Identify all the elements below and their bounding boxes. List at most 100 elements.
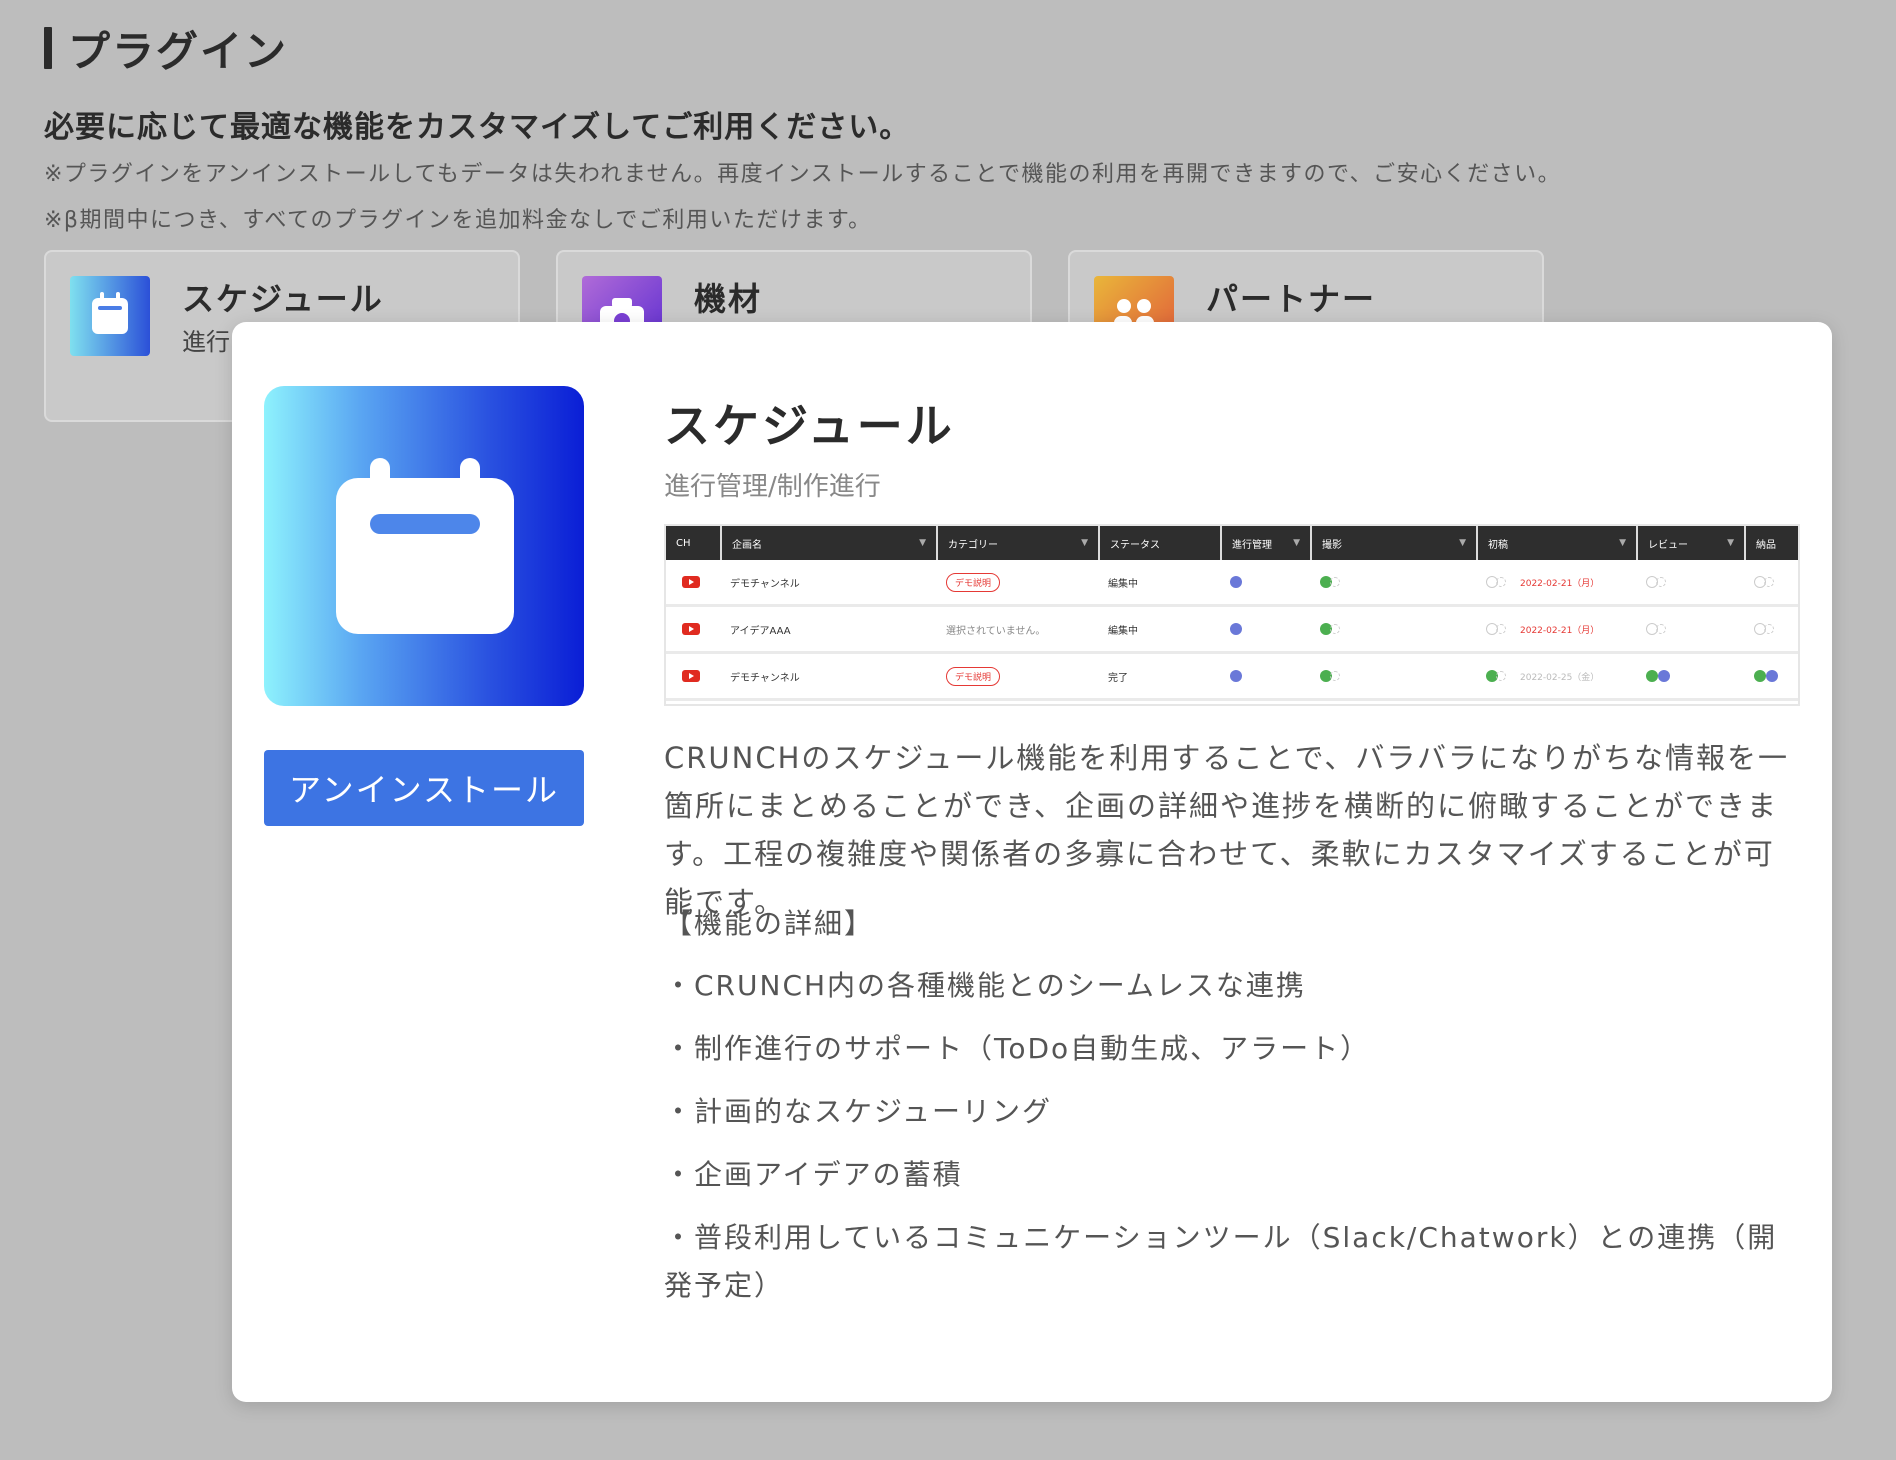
feature-item: ・制作進行のサポート（ToDo自動生成、アラート）: [664, 1032, 1371, 1065]
plugin-detail-modal: アンインストール スケジュール 進行管理/制作進行 CH 企画名 ▼ カテゴリー ▼…: [232, 322, 1832, 1402]
preview-header-label: 納品: [1756, 539, 1776, 551]
add-assignee-icon: [1496, 624, 1506, 634]
preview-cell-progress: [1220, 560, 1310, 604]
preview-header-label: 初稿: [1488, 539, 1508, 551]
due-date: 2022-02-21（月）: [1520, 625, 1600, 636]
check-icon: [1754, 670, 1766, 682]
preview-cell-status: 完了: [1108, 672, 1128, 684]
preview-cell-delivery: [1744, 654, 1798, 698]
add-assignee-icon: [1330, 577, 1340, 587]
preview-row: デモチャンネル デモ説明 完了 2022-02-25（金）: [666, 654, 1798, 701]
preview-header-cell: CH: [666, 526, 720, 560]
add-assignee-icon: [1496, 671, 1506, 681]
preview-cell-name: アイデアAAA: [730, 625, 791, 637]
preview-row: デモチャンネル デモ説明 編集中 2022-02-21（月）: [666, 560, 1798, 607]
uninstall-button[interactable]: アンインストール: [264, 750, 584, 826]
preview-row: アイデアAAA 選択されていません。 編集中 2022-02-21（月）: [666, 607, 1798, 654]
caret-down-icon: ▼: [1081, 538, 1088, 548]
preview-header-cell: 初稿 ▼: [1476, 526, 1636, 560]
preview-header-label: ステータス: [1110, 539, 1160, 551]
preview-cell-progress: [1220, 607, 1310, 651]
caret-down-icon: ▼: [1293, 538, 1300, 548]
preview-header-cell: レビュー ▼: [1636, 526, 1744, 560]
category-tag: デモ説明: [946, 666, 1001, 686]
preview-header-cell: カテゴリー ▼: [936, 526, 1098, 560]
plugin-card-sub: 進行: [182, 328, 230, 356]
caret-down-icon: ▼: [1727, 538, 1734, 548]
title-accent-bar: [44, 27, 52, 69]
preview-header-label: 企画名: [732, 539, 762, 551]
youtube-icon: [682, 623, 700, 635]
check-icon: [1646, 670, 1658, 682]
assignee-avatar-icon: [1230, 576, 1242, 588]
plugin-card-name: スケジュール: [182, 280, 384, 318]
due-date: 2022-02-21（月）: [1520, 578, 1600, 589]
assignee-avatar-icon: [1230, 623, 1242, 635]
preview-cell-shoot: [1310, 607, 1476, 651]
preview-cell-status: 編集中: [1108, 625, 1138, 637]
preview-cell-name: デモチャンネル: [730, 672, 800, 684]
assignee-avatar-icon: [1658, 670, 1670, 682]
add-assignee-icon: [1764, 577, 1774, 587]
preview-cell-shoot: [1310, 654, 1476, 698]
feature-item: ・企画アイデアの蓄積: [664, 1158, 963, 1191]
preview-header-label: カテゴリー: [948, 539, 998, 551]
add-assignee-icon: [1330, 624, 1340, 634]
preview-cell-category: 選択されていません。: [946, 625, 1046, 637]
preview-header-cell: 進行管理 ▼: [1220, 526, 1310, 560]
caret-down-icon: ▼: [919, 538, 926, 548]
preview-cell-name: デモチャンネル: [730, 578, 800, 590]
calendar-icon: [264, 386, 584, 706]
page-note-beta: ※β期間中につき、すべてのプラグインを追加料金なしでご利用いただけます。: [44, 208, 872, 233]
preview-cell-review: [1636, 654, 1744, 698]
features-heading: 【機能の詳細】: [664, 907, 875, 940]
preview-header-cell: 撮影 ▼: [1310, 526, 1476, 560]
caret-down-icon: ▼: [1459, 538, 1466, 548]
preview-cell-shoot: [1310, 560, 1476, 604]
preview-cell-channel: [666, 560, 720, 604]
add-assignee-icon: [1656, 624, 1666, 634]
preview-header-label: レビュー: [1648, 539, 1688, 551]
feature-item: ・CRUNCH内の各種機能とのシームレスな連携: [664, 969, 1306, 1002]
preview-cell-delivery: [1744, 607, 1798, 651]
preview-cell-status: 編集中: [1108, 578, 1138, 590]
add-assignee-icon: [1656, 577, 1666, 587]
preview-cell-category: デモ説明: [936, 560, 1098, 604]
preview-header-label: CH: [676, 537, 691, 549]
plugin-card-name: パートナー: [1206, 280, 1377, 318]
preview-cell-category: デモ説明: [936, 654, 1098, 698]
modal-title: スケジュール: [664, 399, 955, 453]
preview-header-label: 撮影: [1322, 539, 1342, 551]
page-header: プラグイン 必要に応じて最適な機能をカスタマイズしてご利用ください。 ※プラグイ…: [44, 18, 1844, 234]
schedule-preview-screenshot: CH 企画名 ▼ カテゴリー ▼ ステータス 進行管理 ▼ 撮影 ▼ 初稿 ▼ レビュー ▼…: [664, 524, 1800, 706]
page-note-uninstall: ※プラグインをアンインストールしてもデータは失われません。再度インストールするこ…: [44, 162, 1562, 187]
preview-header-cell: 納品: [1744, 526, 1798, 560]
add-assignee-icon: [1764, 624, 1774, 634]
caret-down-icon: ▼: [1619, 538, 1626, 548]
feature-item: ・普段利用しているコミュニケーションツール（Slack/Chatwork）との連…: [664, 1221, 1778, 1302]
feature-list: ・CRUNCH内の各種機能とのシームレスな連携 ・制作進行のサポート（ToDo自…: [664, 962, 1804, 1325]
page-title: プラグイン: [44, 18, 1844, 78]
page-subtitle: 必要に応じて最適な機能をカスタマイズしてご利用ください。: [44, 110, 911, 145]
assignee-avatar-icon: [1766, 670, 1778, 682]
add-assignee-icon: [1330, 671, 1340, 681]
plugin-card-name: 機材: [694, 280, 763, 318]
preview-cell-draft: 2022-02-25（金）: [1476, 654, 1636, 698]
preview-cell-draft: 2022-02-21（月）: [1476, 560, 1636, 604]
add-assignee-icon: [1496, 577, 1506, 587]
preview-cell-draft: 2022-02-21（月）: [1476, 607, 1636, 651]
youtube-icon: [682, 576, 700, 588]
preview-cell-review: [1636, 607, 1744, 651]
preview-cell-review: [1636, 560, 1744, 604]
preview-cell-delivery: [1744, 560, 1798, 604]
due-date: 2022-02-25（金）: [1520, 672, 1600, 683]
assignee-avatar-icon: [1230, 670, 1242, 682]
preview-cell-progress: [1220, 654, 1310, 698]
preview-cell-channel: [666, 654, 720, 698]
preview-header-label: 進行管理: [1232, 539, 1272, 551]
calendar-icon: [70, 276, 150, 356]
plugin-description: CRUNCHのスケジュール機能を利用することで、バラバラになりがちな情報を一箇所…: [664, 741, 1790, 919]
preview-cell-channel: [666, 607, 720, 651]
category-tag: デモ説明: [946, 572, 1001, 592]
page-title-text: プラグイン: [68, 26, 289, 76]
